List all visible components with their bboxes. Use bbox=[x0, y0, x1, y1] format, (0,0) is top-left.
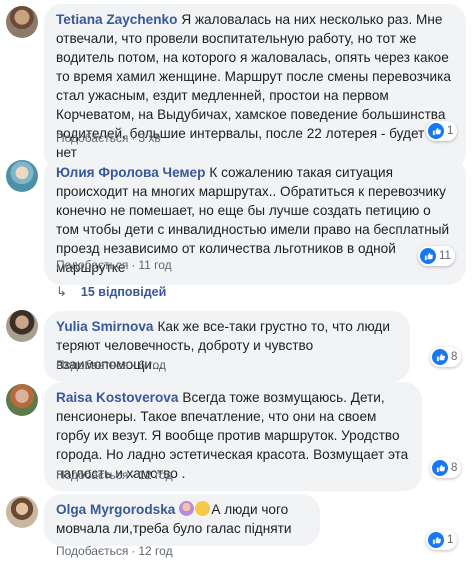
timestamp[interactable]: 3 хв bbox=[138, 131, 160, 145]
thumbs-up-icon bbox=[432, 460, 448, 476]
avatar[interactable] bbox=[6, 384, 38, 416]
comment-author[interactable]: Raisa Kostoverova bbox=[56, 390, 178, 405]
timestamp[interactable]: 12 год bbox=[138, 468, 172, 482]
reaction-count[interactable]: 1 bbox=[426, 530, 458, 550]
reaction-count[interactable]: 1 bbox=[426, 121, 458, 141]
thumbs-up-icon bbox=[428, 123, 444, 139]
woman-gesturing-emoji bbox=[179, 501, 195, 516]
separator: · bbox=[131, 131, 136, 145]
thumbs-up-icon bbox=[420, 248, 436, 264]
timestamp[interactable]: 6 год bbox=[138, 358, 166, 372]
avatar[interactable] bbox=[6, 160, 38, 192]
comment-author[interactable]: Юлия Фролова Чемер bbox=[56, 165, 205, 180]
avatar[interactable] bbox=[6, 496, 38, 528]
reaction-count[interactable]: 8 bbox=[430, 458, 462, 478]
thumbs-up-icon bbox=[428, 532, 444, 548]
reaction-number: 8 bbox=[451, 462, 458, 474]
comment-actions: Подобається · 11 год bbox=[56, 258, 172, 272]
reaction-count[interactable]: 11 bbox=[418, 246, 455, 266]
like-button[interactable]: Подобається bbox=[56, 131, 128, 145]
sad-face-emoji bbox=[195, 501, 211, 516]
separator: · bbox=[131, 468, 136, 482]
comment-bubble: Tetiana Zaychenko Я жаловалась на них нес… bbox=[44, 4, 466, 170]
comment-author[interactable]: Olga Myrgorodska bbox=[56, 502, 175, 517]
reaction-number: 1 bbox=[447, 534, 454, 546]
timestamp[interactable]: 11 год bbox=[138, 258, 171, 272]
separator: · bbox=[131, 258, 136, 272]
separator: · bbox=[131, 358, 136, 372]
view-replies-link[interactable]: ↳ 15 відповідей bbox=[56, 284, 166, 300]
like-button[interactable]: Подобається bbox=[56, 258, 128, 272]
comment-actions: Подобається · 3 хв bbox=[56, 131, 161, 145]
like-button[interactable]: Подобається bbox=[56, 358, 128, 372]
reaction-number: 1 bbox=[447, 125, 454, 137]
separator: · bbox=[131, 544, 136, 558]
comment-author[interactable]: Tetiana Zaychenko bbox=[56, 12, 177, 27]
timestamp[interactable]: 12 год bbox=[138, 544, 172, 558]
avatar[interactable] bbox=[6, 6, 38, 38]
comment-actions: Подобається · 6 год bbox=[56, 358, 166, 372]
comment-author[interactable]: Yulia Smirnova bbox=[56, 319, 153, 334]
comment-actions: Подобається · 12 год bbox=[56, 544, 173, 558]
comment-actions: Подобається · 12 год bbox=[56, 468, 173, 482]
comment-bubble: Olga Myrgorodska А люди чого мовчала ли,т… bbox=[44, 494, 320, 546]
avatar[interactable] bbox=[6, 310, 38, 342]
thumbs-up-icon bbox=[432, 349, 448, 365]
like-button[interactable]: Подобається bbox=[56, 468, 128, 482]
replies-count[interactable]: 15 відповідей bbox=[81, 285, 166, 299]
reaction-number: 11 bbox=[439, 250, 451, 262]
like-button[interactable]: Подобається bbox=[56, 544, 128, 558]
reply-arrow-icon: ↳ bbox=[56, 284, 67, 299]
reaction-number: 8 bbox=[451, 351, 458, 363]
reaction-count[interactable]: 8 bbox=[430, 347, 462, 367]
